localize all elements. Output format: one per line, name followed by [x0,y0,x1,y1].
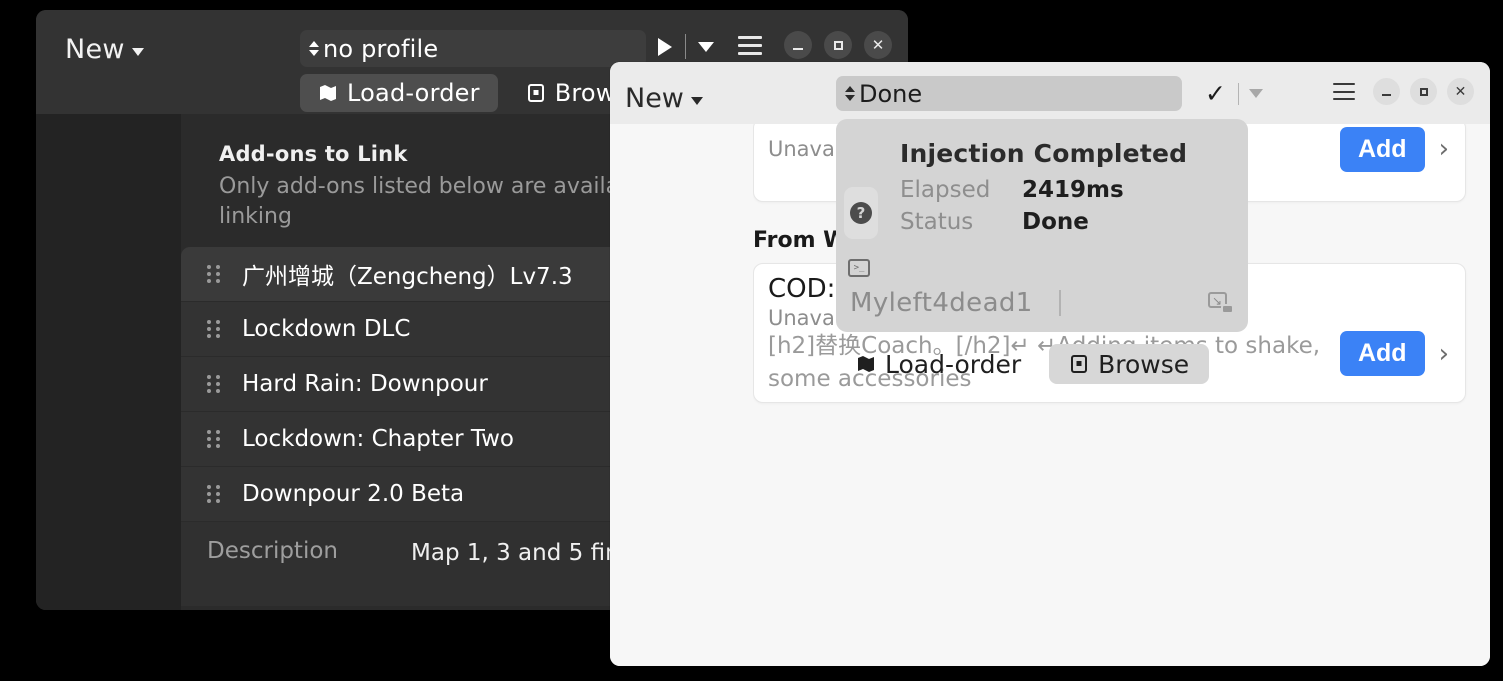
light-sidebar [610,124,753,666]
detail-row-status: Status Done [900,209,1124,235]
light-window-header: New Done ✓ ✕ [610,62,1490,124]
screen-root: New no profile ✕ Load-order Browse Add-o… [0,0,1503,681]
tab-browse[interactable]: Browse [1049,344,1210,384]
map-icon [858,356,874,372]
detail-value: 2419ms [1022,177,1124,203]
drag-handle-icon[interactable] [207,320,220,339]
minimize-icon[interactable] [784,31,812,59]
drag-handle-icon[interactable] [207,265,220,284]
new-button-label: New [65,34,125,65]
popup-title: Injection Completed [900,139,1188,168]
tab-load-order[interactable]: Load-order [836,344,1041,384]
drag-handle-icon[interactable] [207,375,220,394]
play-icon[interactable] [658,37,672,56]
new-button[interactable]: New [65,34,144,65]
description-label: Description [207,537,338,564]
run-controls [658,34,714,59]
chevron-down-icon[interactable] [698,41,714,52]
new-button-label: New [625,83,684,114]
tab-load-order[interactable]: Load-order [300,74,498,112]
tab-load-order-label: Load-order [347,79,480,107]
spinner-updown-icon [845,86,855,101]
new-button[interactable]: New [625,83,703,114]
hamburger-icon[interactable] [1333,83,1355,100]
window-controls: ✕ [1333,78,1474,105]
maximize-icon[interactable] [824,31,852,59]
popup-footer: Myleft4dead1 ↘ [850,288,1234,318]
profile-name-label: Myleft4dead1 [850,288,1033,318]
profile-selector[interactable]: no profile [300,30,646,67]
divider [1237,82,1239,105]
close-icon[interactable]: ✕ [864,31,892,59]
injection-status-popup: ? >_ Injection Completed Elapsed 2419ms … [836,119,1248,332]
detail-value: Done [1022,209,1089,235]
light-window: New Done ✓ ✕ ? >_ Injection Completed El… [610,62,1490,666]
question-mark-icon: ? [850,202,872,224]
terminal-icon[interactable]: >_ [848,259,870,277]
list-item-label: Hard Rain: Downpour [242,370,488,397]
confirm-controls: ✓ [1205,81,1263,106]
drag-handle-icon[interactable] [207,485,220,504]
package-icon [527,84,544,102]
chevron-down-icon [690,96,703,105]
tab-load-order-label: Load-order [885,349,1022,379]
tab-browse-label: Browse [1098,349,1190,379]
list-item-label: Lockdown DLC [242,315,411,342]
text-cursor [1058,290,1061,316]
help-button[interactable]: ? [844,187,878,239]
add-button[interactable]: Add [1339,127,1425,172]
popup-details: Elapsed 2419ms Status Done [900,177,1124,241]
drag-handle-icon[interactable] [207,430,220,449]
list-item-label: Lockdown: Chapter Two [242,425,514,452]
profile-selector[interactable]: Done [836,76,1182,111]
list-item-label: 广州增城（Zengcheng）Lv7.3 [242,263,573,290]
chevron-right-icon[interactable]: › [1439,339,1449,369]
detail-key: Elapsed [900,177,991,203]
divider [685,34,686,59]
dark-tab-bar: Load-order Browse [300,74,661,112]
list-item-label: Downpour 2.0 Beta [242,480,465,507]
light-tab-bar: Load-order Browse [836,344,1210,384]
profile-selector-value: Done [859,79,923,108]
chevron-down-icon [131,47,144,56]
window-controls: ✕ [738,31,892,59]
chevron-down-icon[interactable] [1248,89,1263,98]
dark-sidebar [36,114,181,610]
spinner-updown-icon [309,41,319,56]
minimize-icon[interactable] [1373,78,1400,105]
add-button[interactable]: Add [1339,331,1425,377]
package-icon [1071,355,1088,373]
maximize-icon[interactable] [1410,78,1437,105]
close-icon[interactable]: ✕ [1447,78,1474,105]
profile-selector-value: no profile [323,34,439,63]
detail-row-elapsed: Elapsed 2419ms [900,177,1124,203]
detail-key: Status [900,209,974,235]
map-icon [320,85,336,101]
popup-icon-column: ? >_ [844,187,878,277]
check-icon[interactable]: ✓ [1205,81,1226,106]
chevron-right-icon[interactable]: › [1439,134,1449,164]
restore-down-icon[interactable]: ↘ [1208,292,1234,314]
hamburger-icon[interactable] [738,35,762,55]
